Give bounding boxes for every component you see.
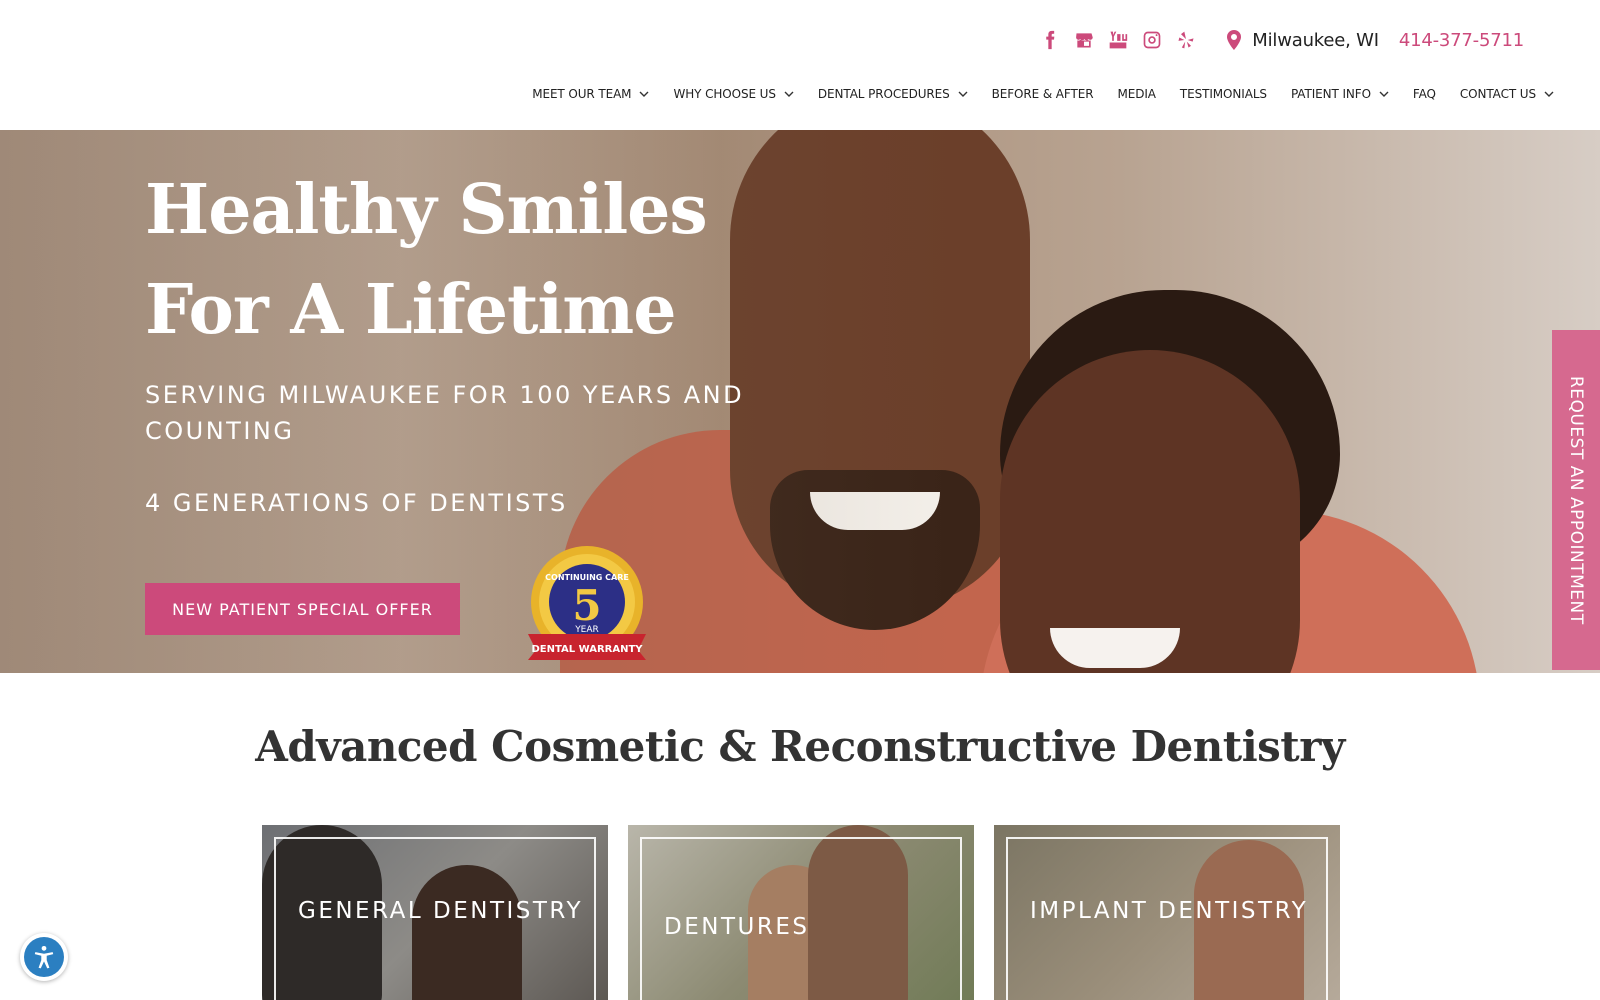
accessibility-icon [24,937,64,977]
instagram-icon[interactable] [1142,29,1162,51]
hero-subtitle-2: 4 GENERATIONS OF DENTISTS [145,489,568,517]
badge-number: 5 [572,581,601,630]
card-label: DENTURES [664,914,810,940]
request-appointment-tab[interactable]: REQUEST AN APPOINTMENT [1552,330,1600,670]
hero-subtitle: SERVING MILWAUKEE FOR 100 YEARS AND COUN… [145,381,745,445]
section-title: Advanced Cosmetic & Reconstructive Denti… [255,722,1345,771]
chevron-down-icon [784,89,794,99]
nav-label: TESTIMONIALS [1179,87,1267,101]
hero-title-line: For A Lifetime [145,270,676,350]
nav-faq[interactable]: FAQ [1413,87,1436,101]
phone-link[interactable]: 414-377-5711 [1399,30,1524,51]
card-label: IMPLANT DENTISTRY [1030,898,1309,924]
nav-contact-us[interactable]: CONTACT US [1460,87,1554,101]
chevron-down-icon [1544,89,1554,99]
card-general-dentistry[interactable]: GENERAL DENTISTRY [262,825,608,1000]
hero-title-line: Healthy Smiles [145,170,708,250]
header-topbar: Milwaukee, WI 414-377-5711 [1040,22,1524,58]
nav-before-after[interactable]: BEFORE & AFTER [992,87,1094,101]
badge-unit: YEAR [574,625,599,635]
nav-label: PATIENT INFO [1290,87,1371,101]
map-pin-icon [1227,30,1242,50]
accessibility-button[interactable] [20,933,68,981]
chevron-down-icon [958,89,968,99]
main-nav: MEET OUR TEAM WHY CHOOSE US DENTAL PROCE… [508,82,1554,106]
yelp-icon[interactable] [1176,29,1196,51]
card-label: GENERAL DENTISTRY [298,898,583,924]
nav-meet-our-team[interactable]: MEET OUR TEAM [532,87,649,101]
social-links [1040,29,1196,51]
nav-testimonials[interactable]: TESTIMONIALS [1180,87,1267,101]
facebook-icon[interactable] [1040,29,1060,51]
nav-label: MEET OUR TEAM [532,87,632,101]
hero-title: Healthy Smiles For A Lifetime [145,160,745,360]
nav-label: WHY CHOOSE US [673,87,776,101]
nav-label: FAQ [1412,87,1436,101]
service-cards: GENERAL DENTISTRY DENTURES IMPLANT DENTI… [262,825,1340,1000]
badge-ribbon-text: DENTAL WARRANTY [531,644,643,655]
nav-label: DENTAL PROCEDURES [817,87,950,101]
warranty-badge: CONTINUING CARE 5 YEAR DENTAL WARRANTY [528,546,646,660]
new-patient-offer-button[interactable]: NEW PATIENT SPECIAL OFFER [145,583,460,635]
youtube-icon[interactable] [1108,29,1128,51]
nav-why-choose-us[interactable]: WHY CHOOSE US [673,87,794,101]
request-appointment-label: REQUEST AN APPOINTMENT [1566,375,1586,625]
nav-patient-info[interactable]: PATIENT INFO [1291,87,1389,101]
nav-label: MEDIA [1117,87,1156,101]
nav-label: BEFORE & AFTER [991,87,1094,101]
card-dentures[interactable]: DENTURES [628,825,974,1000]
google-business-icon[interactable] [1074,29,1094,51]
location-text: Milwaukee, WI [1252,29,1379,51]
card-implant-dentistry[interactable]: IMPLANT DENTISTRY [994,825,1340,1000]
hero-banner: Healthy Smiles For A Lifetime SERVING MI… [0,130,1600,673]
location: Milwaukee, WI [1226,30,1379,51]
chevron-down-icon [639,89,649,99]
nav-media[interactable]: MEDIA [1117,87,1156,101]
nav-dental-procedures[interactable]: DENTAL PROCEDURES [818,87,968,101]
chevron-down-icon [1379,89,1389,99]
nav-label: CONTACT US [1459,87,1536,101]
